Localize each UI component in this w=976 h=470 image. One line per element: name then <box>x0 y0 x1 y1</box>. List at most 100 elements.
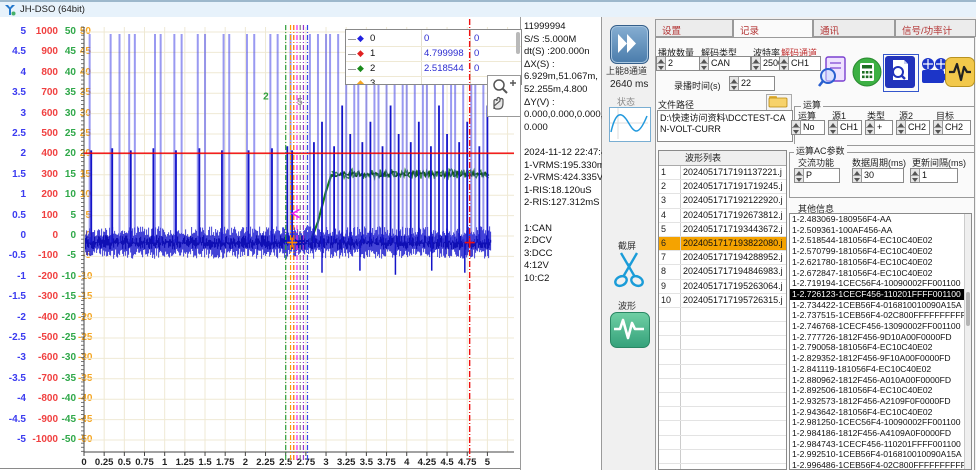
op-spinner-1-value: CH1 <box>838 121 858 134</box>
op-spinner-4[interactable]: CH2 <box>933 120 971 135</box>
other-info-item[interactable]: 1-2.841119-181056F4-EC10C40E02 <box>790 364 971 375</box>
op-spinner-2[interactable]: + <box>865 120 893 135</box>
other-info-item[interactable]: 1-2.932573-1812F456-A2109F0F0000FD <box>790 396 971 407</box>
other-info-item[interactable]: 1-2.984186-1812F456-A4109A0F0000FD <box>790 428 971 439</box>
other-info-item[interactable]: 1-2.518544-181056F4-EC10C40E02 <box>790 235 971 246</box>
tab-record[interactable]: 记录 <box>733 19 813 38</box>
other-info-item[interactable]: 1-2.992510-1CEB56F4-016810010090A15A <box>790 449 971 460</box>
ac-spinner-1[interactable]: 30 <box>852 168 904 183</box>
other-info-item[interactable]: 1-2.734422-1CEB56F4-016810010090A15A <box>790 300 971 311</box>
ac-spinner-0[interactable]: P <box>794 168 840 183</box>
wave-list-row[interactable]: 42024051717192673812.j <box>659 209 786 223</box>
wave-list-row[interactable]: 22024051717191719245.j <box>659 180 786 194</box>
other-info-item[interactable]: 1-2.777726-1812F456-9D10A00F0000FD <box>790 332 971 343</box>
spinner-arrows[interactable] <box>897 121 906 134</box>
window-title: JH-DSO (64bit) <box>20 4 85 15</box>
wave-row-number: 10 <box>659 294 681 307</box>
spinner-arrows[interactable] <box>730 77 739 90</box>
spinner-arrows[interactable] <box>934 121 943 134</box>
wave-row-number <box>659 379 681 392</box>
tab-settings[interactable]: 设置 <box>655 19 733 37</box>
other-info-item[interactable]: 1-2.746768-1CECF456-13090002FF001100 <box>790 321 971 332</box>
field-spinner-0[interactable]: 2 <box>656 56 700 71</box>
other-info-scrollbar[interactable] <box>964 214 971 469</box>
other-info-item[interactable]: 1-2.621780-181056F4-EC10C40E02 <box>790 257 971 268</box>
wave-list-row[interactable]: 12024051717191137221.j <box>659 166 786 180</box>
spinner-arrows[interactable] <box>795 169 804 182</box>
zoom-pan-toolbox[interactable] <box>487 75 521 117</box>
wave-list-row[interactable]: 72024051717194288952.j <box>659 251 786 265</box>
wave-row-number: 8 <box>659 265 681 278</box>
spinner-arrows[interactable] <box>780 57 789 70</box>
other-info-item[interactable]: 1-2.892506-181056F4-EC10C40E02 <box>790 385 971 396</box>
spinner-arrows[interactable] <box>792 121 801 134</box>
wave-list-row[interactable]: 62024051717193822080.j <box>659 237 786 251</box>
wave-row-filename: 2024051717195263064.j <box>681 280 786 293</box>
tab-signal-power[interactable]: 信号/功率计 <box>895 19 976 37</box>
wave-row-number: 6 <box>659 237 681 250</box>
wave-list-row[interactable]: 32024051717192122920.j <box>659 194 786 208</box>
legend-row[interactable]: ◆14.7999980 <box>346 47 521 62</box>
wave-list-table[interactable]: 波形列表 12024051717191137221.j2202405171719… <box>658 150 787 470</box>
spinner-arrows[interactable] <box>657 57 666 70</box>
spinner-arrows[interactable] <box>752 57 761 70</box>
other-info-item[interactable]: 1-2.509361-100AF456-AA <box>790 225 971 236</box>
other-info-item[interactable]: 1-2.829352-1812F456-9F10A00F0000FD <box>790 353 971 364</box>
play-forward-button[interactable] <box>610 25 649 64</box>
measurement-info-panel: 11999994S/S :5.000Mdt(S) :200.000nΔX(S) … <box>520 17 602 470</box>
waveform-button[interactable] <box>610 312 650 348</box>
wave-list-row[interactable]: 102024051717195726315.j <box>659 294 786 308</box>
other-info-item[interactable]: 1-2.719194-1CEC56F4-10090002FF001100 <box>790 278 971 289</box>
wave-list-row[interactable]: 52024051717193443672.j <box>659 223 786 237</box>
record-time-label: 录播时间(s) <box>674 79 721 92</box>
other-info-item[interactable]: 1-2.880962-1812F456-A010A00F0000FD <box>790 375 971 386</box>
wave-list-row[interactable]: 82024051717194846983.j <box>659 265 786 279</box>
decode-button[interactable] <box>817 56 847 88</box>
other-info-item[interactable]: 1-2.984743-1CECF456-110201FFFF001100 <box>790 439 971 450</box>
info-line: 6.929m,51.067m, <box>521 71 601 84</box>
screenshot-button[interactable] <box>611 251 647 289</box>
spinner-arrows[interactable] <box>911 169 920 182</box>
overlay-button[interactable] <box>945 57 975 89</box>
wave-row-filename <box>681 421 786 434</box>
record-time-spinner[interactable]: 22 <box>729 76 775 91</box>
wave-list-empty-row <box>659 350 786 364</box>
other-info-item[interactable]: 1-2.483069-180956F4-AA <box>790 214 971 225</box>
op-spinner-0[interactable]: No <box>791 120 825 135</box>
op-spinner-1[interactable]: CH1 <box>828 120 862 135</box>
other-info-item[interactable]: 1-2.943642-181056F4-EC10C40E02 <box>790 407 971 418</box>
field-spinner-1[interactable]: CAN <box>699 56 751 71</box>
wave-row-filename <box>681 350 786 363</box>
other-info-item[interactable]: 1-2.570799-181056F4-EC10C40E02 <box>790 246 971 257</box>
spinner-arrows[interactable] <box>853 169 862 182</box>
legend-row[interactable]: ◆000 <box>346 32 521 47</box>
wave-list-row[interactable]: 92024051717195263064.j <box>659 280 786 294</box>
other-info-item[interactable]: 1-2.672847-181056F4-EC10C40E02 <box>790 268 971 279</box>
ac-spinner-2[interactable]: 1 <box>910 168 958 183</box>
file-path-value[interactable]: D:\快速访问资料\DCCTEST-CAN-VOLT-CURR <box>657 110 793 142</box>
info-line: 0.000 <box>521 122 601 135</box>
tab-comm[interactable]: 通讯 <box>813 19 895 37</box>
calculate-button[interactable] <box>852 57 882 89</box>
info-line: dt(S) :200.000n <box>521 46 601 59</box>
legend-scrollbar[interactable] <box>516 32 520 54</box>
pan-hand-icon[interactable] <box>494 98 503 110</box>
other-info-item[interactable]: 1-2.996486-1CEB56F4-02C800FFFFFFFFFF <box>790 460 971 470</box>
browse-folder-button[interactable] <box>766 94 792 111</box>
other-info-item[interactable]: 1-2.790058-181056F4-EC10C40E02 <box>790 342 971 353</box>
other-info-item[interactable]: 1-2.737515-1CEB56F4-02C800FFFFFFFFFF <box>790 310 971 321</box>
zoom-plus-icon[interactable] <box>494 80 516 93</box>
wave-row-number <box>659 421 681 434</box>
preview-button[interactable] <box>883 54 919 92</box>
other-info-item[interactable]: 1-2.981250-1CEC56F4-10090002FF001100 <box>790 417 971 428</box>
op-spinner-3[interactable]: CH2 <box>896 120 930 135</box>
legend-channel-extra: 0 <box>474 63 479 74</box>
spinner-arrows[interactable] <box>866 121 875 134</box>
wave-row-number: 5 <box>659 223 681 236</box>
field-spinner-3[interactable]: CH1 <box>779 56 821 71</box>
other-info-list[interactable]: 1-2.483069-180956F4-AA1-2.509361-100AF45… <box>789 213 972 470</box>
spinner-arrows[interactable] <box>700 57 709 70</box>
channel-page-label[interactable]: 上能8通道 <box>606 64 647 77</box>
spinner-arrows[interactable] <box>829 121 838 134</box>
other-info-item[interactable]: 1-2.726123-1CECF456-110201FFFF001100 <box>790 289 971 300</box>
